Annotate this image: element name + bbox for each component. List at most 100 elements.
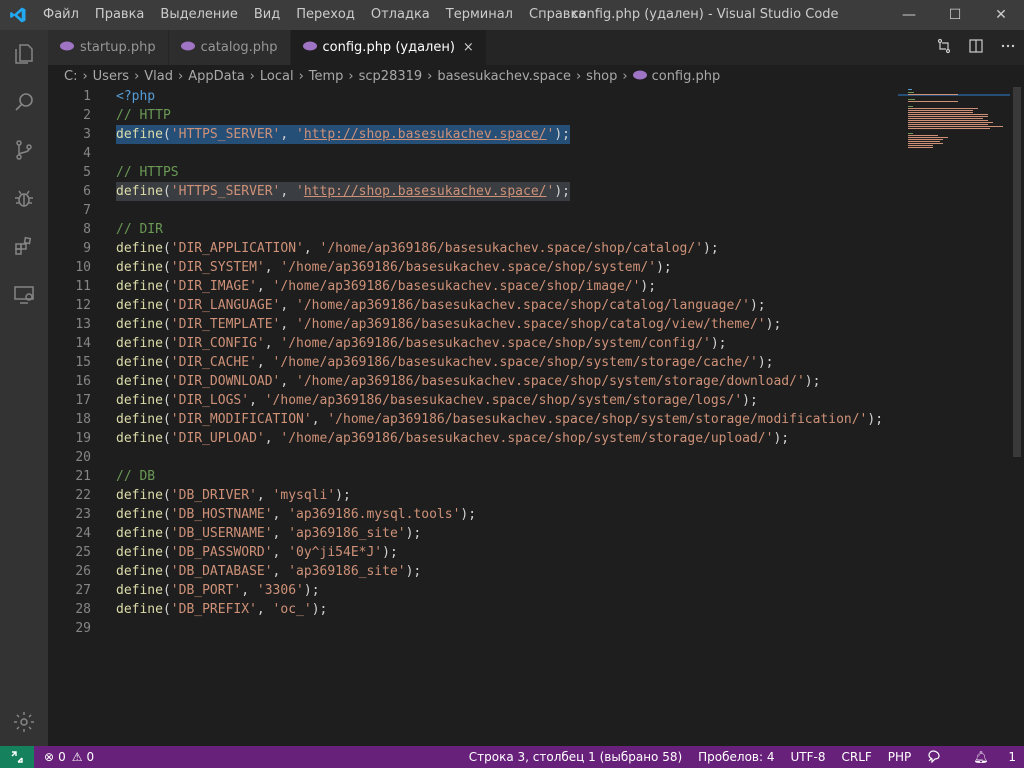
breadcrumb-item[interactable]: Temp — [309, 69, 344, 84]
code-token: , — [280, 184, 297, 199]
problems-indicator[interactable]: ⊗ 0 ⚠ 0 — [44, 750, 94, 764]
notifications[interactable]: 🔔︎ 1 — [957, 750, 1016, 764]
vertical-scrollbar[interactable] — [1010, 87, 1024, 746]
code-token: ( — [162, 260, 171, 275]
code-token: '/home/ap369186/basesukachev.space/shop/… — [319, 241, 704, 256]
code-line[interactable]: 20 — [48, 448, 898, 467]
code-token: ); — [867, 412, 884, 427]
language-mode[interactable]: PHP — [888, 750, 912, 764]
breadcrumb-item[interactable]: basesukachev.space — [437, 69, 571, 84]
tab-startup-php[interactable]: startup.php — [48, 30, 169, 65]
code-line[interactable]: 8 // DIR — [48, 220, 898, 239]
code-token: 'HTTPS_SERVER' — [170, 127, 281, 142]
code-editor[interactable]: 1 <?php 2// HTTP 3 define('HTTPS_SERVER', 'h… — [48, 87, 898, 746]
code-token: , — [264, 260, 281, 275]
search-icon[interactable] — [0, 78, 48, 126]
close-tab-icon[interactable]: × — [463, 40, 474, 55]
minimize-button[interactable]: — — [886, 0, 932, 30]
code-line[interactable]: 4 — [48, 144, 898, 163]
code-line[interactable]: 1 <?php — [48, 87, 898, 106]
breadcrumb-item[interactable]: AppData — [188, 69, 244, 84]
chevron-right-icon: › — [622, 68, 628, 84]
line-number: 15 — [75, 355, 91, 370]
breadcrumb-item[interactable]: Local — [260, 69, 294, 84]
remote-explorer-icon[interactable] — [0, 270, 48, 318]
breadcrumb-item[interactable]: shop — [586, 69, 617, 84]
code-token: ); — [382, 545, 398, 560]
end-of-line[interactable]: CRLF — [841, 750, 871, 764]
code-line[interactable]: 24 define('DB_USERNAME', 'ap369186_site')… — [48, 524, 898, 543]
source-control-icon[interactable] — [0, 126, 48, 174]
code-line[interactable]: 7 — [48, 201, 898, 220]
menu-selection[interactable]: Выделение — [152, 0, 245, 30]
remote-indicator-icon[interactable] — [0, 746, 34, 768]
code-text: // HTTP — [116, 106, 171, 125]
split-editor-icon[interactable] — [960, 38, 992, 58]
menu-file[interactable]: Файл — [35, 0, 87, 30]
encoding[interactable]: UTF-8 — [791, 750, 826, 764]
menu-edit[interactable]: Правка — [87, 0, 152, 30]
code-line[interactable]: 21 // DB — [48, 467, 898, 486]
breadcrumb-item[interactable]: config.php — [652, 69, 721, 84]
code-line[interactable]: 9 define('DIR_APPLICATION', '/home/ap3691… — [48, 239, 898, 258]
more-actions-icon[interactable] — [992, 38, 1024, 58]
code-token: , — [280, 374, 297, 389]
code-line[interactable]: 10 define('DIR_SYSTEM', '/home/ap369186/b… — [48, 258, 898, 277]
extensions-icon[interactable] — [0, 222, 48, 270]
breadcrumb-item[interactable]: C: — [64, 69, 77, 84]
code-line[interactable]: 14 define('DIR_CONFIG', '/home/ap369186/b… — [48, 334, 898, 353]
status-right: Строка 3, столбец 1 (выбрано 58) Пробело… — [453, 746, 1016, 768]
code-line[interactable]: 19 define('DIR_UPLOAD', '/home/ap369186/b… — [48, 429, 898, 448]
close-button[interactable]: ✕ — [978, 0, 1024, 30]
code-line[interactable]: 11 define('DIR_IMAGE', '/home/ap369186/ba… — [48, 277, 898, 296]
code-line[interactable]: 13 define('DIR_TEMPLATE', '/home/ap369186… — [48, 315, 898, 334]
code-line[interactable]: 2 // HTTP — [48, 106, 898, 125]
code-line[interactable]: 18 define('DIR_MODIFICATION', '/home/ap36… — [48, 410, 898, 429]
indentation[interactable]: Пробелов: 4 — [698, 750, 774, 764]
code-line[interactable]: 22 define('DB_DRIVER', 'mysqli'); — [48, 486, 898, 505]
breadcrumb-item[interactable]: scp28319 — [359, 69, 423, 84]
code-token: 'DIR_LOGS' — [170, 393, 250, 408]
code-token: '/home/ap369186/basesukachev.space/shop/… — [280, 431, 774, 446]
code-token: ); — [460, 507, 477, 522]
bell-icon: 🔔︎ — [973, 750, 989, 764]
debug-icon[interactable] — [0, 174, 48, 222]
menu-go[interactable]: Переход — [288, 0, 363, 30]
cursor-position[interactable]: Строка 3, столбец 1 (выбрано 58) — [469, 750, 682, 764]
feedback-icon[interactable] — [927, 749, 941, 766]
code-line[interactable]: 23 define('DB_HOSTNAME', 'ap369186.mysql.… — [48, 505, 898, 524]
maximize-button[interactable]: ☐ — [932, 0, 978, 30]
code-line[interactable]: 28 define('DB_PREFIX', 'oc_'); — [48, 600, 898, 619]
line-number: 23 — [75, 507, 91, 522]
code-line[interactable]: 26 define('DB_DATABASE', 'ap369186_site')… — [48, 562, 898, 581]
code-line[interactable]: 27 define('DB_PORT', '3306'); — [48, 581, 898, 600]
tab-catalog-php[interactable]: catalog.php — [168, 30, 291, 65]
tab-config-php[interactable]: config.php (удален) × — [290, 30, 487, 65]
explorer-icon[interactable] — [0, 30, 48, 78]
code-token: ( — [162, 298, 171, 313]
minimap[interactable] — [898, 87, 1010, 746]
code-line[interactable]: 29 — [48, 619, 898, 638]
breadcrumb-item[interactable]: Users — [93, 69, 129, 84]
breadcrumb-item[interactable]: Vlad — [144, 69, 173, 84]
line-number: 13 — [75, 317, 91, 332]
code-line[interactable]: 25 define('DB_PASSWORD', '0y^ji54E*J'); — [48, 543, 898, 562]
code-line[interactable]: 17 define('DIR_LOGS', '/home/ap369186/bas… — [48, 391, 898, 410]
menu-terminal[interactable]: Терминал — [438, 0, 521, 30]
code-line[interactable]: 15 define('DIR_CACHE', '/home/ap369186/ba… — [48, 353, 898, 372]
code-text: define('DIR_UPLOAD', '/home/ap369186/bas… — [116, 429, 789, 448]
code-line[interactable]: 16 define('DIR_DOWNLOAD', '/home/ap369186… — [48, 372, 898, 391]
menu-debug[interactable]: Отладка — [363, 0, 438, 30]
menu-view[interactable]: Вид — [246, 0, 288, 30]
line-number: 10 — [75, 260, 91, 275]
settings-gear-icon[interactable] — [0, 698, 48, 746]
code-line[interactable]: 12 define('DIR_LANGUAGE', '/home/ap369186… — [48, 296, 898, 315]
scrollbar-thumb[interactable] — [1013, 87, 1021, 457]
open-changes-icon[interactable] — [928, 38, 960, 58]
code-token: ( — [162, 507, 171, 522]
code-token: 'HTTPS_SERVER' — [170, 184, 281, 199]
code-line[interactable]: 6 define('HTTPS_SERVER', 'http://shop.bas… — [48, 182, 898, 201]
code-token: , — [249, 393, 265, 408]
code-line[interactable]: 5 // HTTPS — [48, 163, 898, 182]
code-line[interactable]: 3 define('HTTPS_SERVER', 'http://shop.bas… — [48, 125, 898, 144]
